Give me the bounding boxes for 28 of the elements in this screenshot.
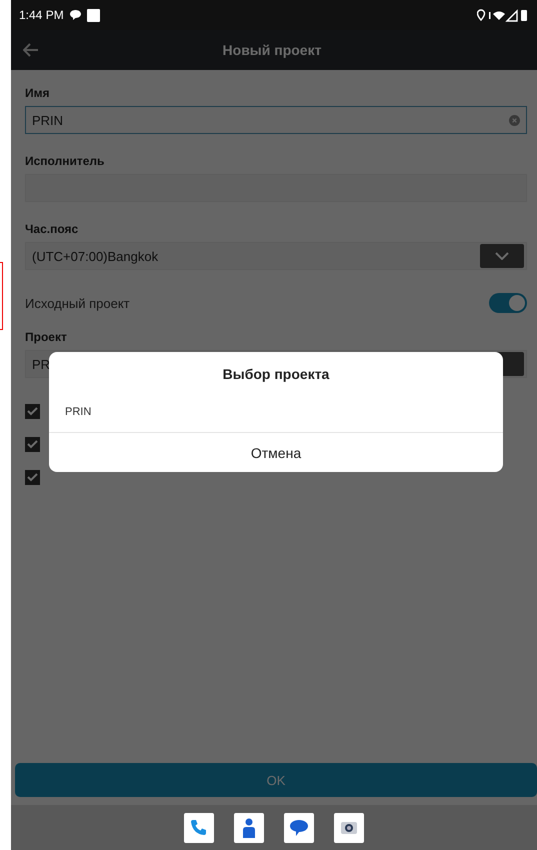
project-option[interactable]: PRIN <box>49 392 503 432</box>
square-icon <box>86 8 100 22</box>
ok-button[interactable]: OK <box>15 763 537 797</box>
person-icon[interactable] <box>234 812 264 842</box>
checkbox[interactable] <box>25 404 40 419</box>
field-label: Имя <box>25 86 51 100</box>
field-label: Проект <box>25 330 68 344</box>
back-arrow-icon[interactable] <box>23 43 39 57</box>
toggle-label: Исходный проект <box>25 296 131 310</box>
chat-bubble-icon[interactable] <box>284 812 314 842</box>
timezone-dropdown[interactable]: (UTC+07:00)Bangkok <box>25 242 527 270</box>
name-input-field[interactable]: PRIN <box>25 106 527 134</box>
field-label: Исполнитель <box>25 154 106 168</box>
cancel-button[interactable]: Отмена <box>49 432 503 472</box>
checkbox[interactable] <box>25 437 40 452</box>
chevron-down-icon[interactable] <box>480 244 524 268</box>
screen-title: Новый проект <box>222 42 322 58</box>
field-label: Час.пояс <box>25 222 80 236</box>
clear-icon[interactable] <box>509 114 520 126</box>
dialog-title: Выбор проекта <box>222 365 330 384</box>
phone-icon[interactable] <box>184 812 214 842</box>
highlight-frame <box>0 262 3 330</box>
camera-icon[interactable] <box>334 812 364 842</box>
status-icons-drawing <box>477 8 529 22</box>
toggle-switch[interactable] <box>489 293 527 313</box>
chat-bubble-icon <box>70 10 81 20</box>
status-time: 1:44 PM <box>19 8 64 22</box>
checkbox[interactable] <box>25 470 40 485</box>
